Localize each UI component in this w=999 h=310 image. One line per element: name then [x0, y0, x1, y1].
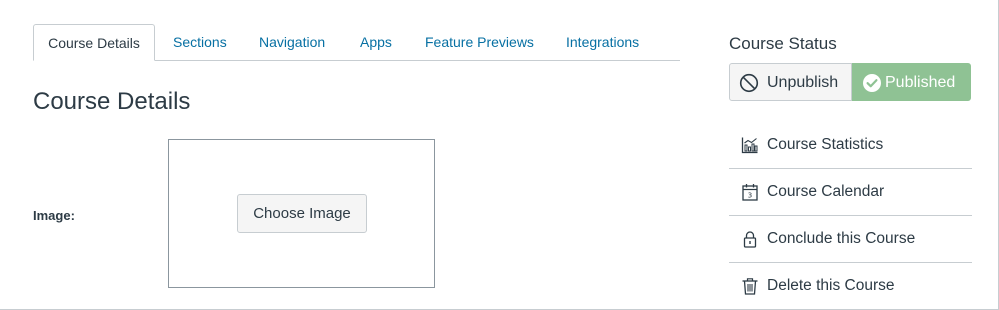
svg-text:3: 3: [748, 192, 752, 200]
page-title: Course Details: [33, 88, 191, 115]
unpublish-label: Unpublish: [767, 74, 839, 91]
conclude-course-label: Conclude this Course: [767, 230, 916, 247]
course-calendar-link[interactable]: 3 Course Calendar: [729, 169, 972, 216]
check-circle-icon: [863, 74, 881, 92]
lock-icon: [743, 231, 757, 248]
course-actions-list: Course Statistics 3 Course Calendar Conc…: [729, 122, 972, 310]
tab-navigation[interactable]: Navigation: [259, 24, 325, 61]
published-label: Published: [885, 74, 956, 91]
course-status-heading: Course Status: [729, 34, 837, 53]
unpublish-icon: [739, 73, 759, 93]
tab-apps[interactable]: Apps: [360, 24, 392, 61]
tab-integrations[interactable]: Integrations: [566, 24, 639, 61]
choose-image-button[interactable]: Choose Image: [237, 194, 367, 233]
image-field-label: Image:: [33, 208, 75, 223]
course-status-toggle: Unpublish Published: [729, 63, 971, 101]
tab-course-details[interactable]: Course Details: [33, 24, 155, 61]
course-settings-page: Course Details Sections Navigation Apps …: [0, 0, 999, 310]
course-calendar-label: Course Calendar: [767, 183, 885, 200]
course-statistics-link[interactable]: Course Statistics: [729, 122, 972, 169]
stats-icon: [741, 137, 758, 154]
calendar-icon: 3: [742, 184, 758, 201]
course-statistics-label: Course Statistics: [767, 136, 884, 153]
conclude-course-link[interactable]: Conclude this Course: [729, 216, 972, 263]
delete-course-link[interactable]: Delete this Course: [729, 263, 972, 310]
published-button[interactable]: Published: [852, 63, 971, 101]
settings-tabs: Course Details Sections Navigation Apps …: [33, 24, 680, 61]
trash-icon: [742, 278, 758, 295]
course-image-dropzone[interactable]: Choose Image: [168, 139, 435, 288]
unpublish-button[interactable]: Unpublish: [729, 63, 852, 101]
delete-course-label: Delete this Course: [767, 277, 895, 294]
tab-feature-previews[interactable]: Feature Previews: [425, 24, 534, 61]
tab-sections[interactable]: Sections: [173, 24, 227, 61]
